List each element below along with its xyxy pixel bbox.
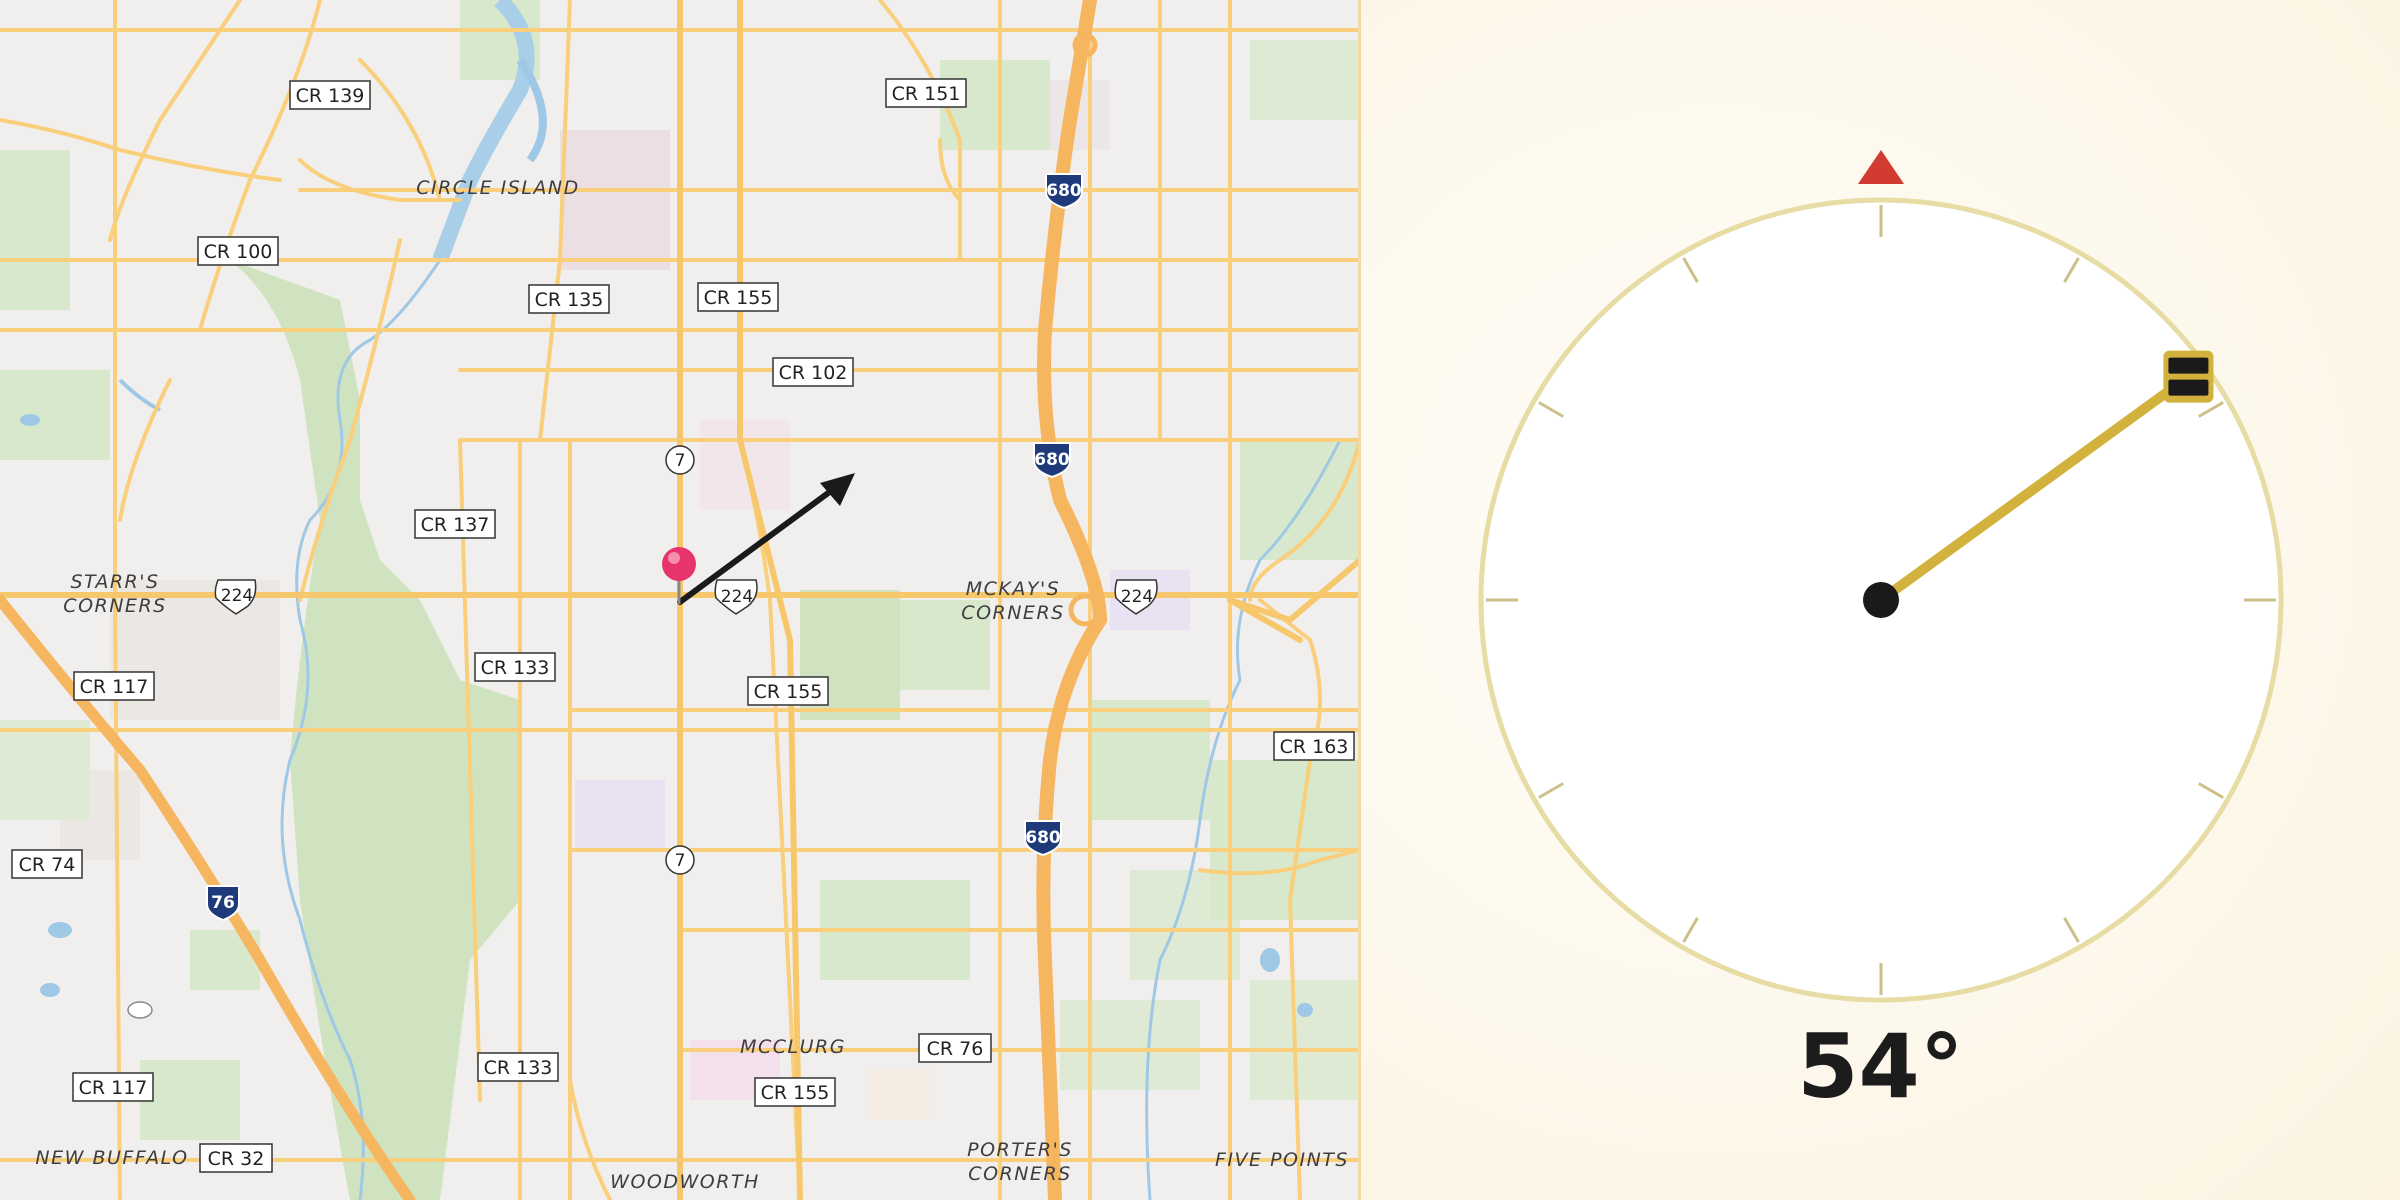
place-label-mcclurg: MCCLURG xyxy=(740,1036,846,1058)
road-label-cr117-north: CR 117 xyxy=(73,671,155,701)
road-label-cr76: CR 76 xyxy=(918,1033,992,1063)
road-label-cr102: CR 102 xyxy=(772,357,854,387)
svg-text:76: 76 xyxy=(211,893,235,913)
svg-text:CR 133: CR 133 xyxy=(481,657,550,679)
road-label-cr163: CR 163 xyxy=(1273,731,1355,761)
road-label-cr137: CR 137 xyxy=(414,509,496,539)
road-label-cr100: CR 100 xyxy=(197,236,279,266)
interstate-680-shield: 680 xyxy=(1045,173,1083,210)
road-label-cr133-south: CR 133 xyxy=(477,1052,559,1082)
north-triangle-icon xyxy=(1858,150,1904,184)
svg-text:CR 100: CR 100 xyxy=(204,241,273,263)
road-label-cr32: CR 32 xyxy=(199,1143,273,1173)
road-label-cr155-mid: CR 155 xyxy=(747,676,829,706)
svg-text:680: 680 xyxy=(1025,828,1061,848)
svg-text:CR 135: CR 135 xyxy=(535,289,604,311)
svg-text:224: 224 xyxy=(1121,587,1153,607)
place-label-mckays-corners: CORNERS xyxy=(961,602,1064,624)
svg-text:CR 102: CR 102 xyxy=(779,362,848,384)
svg-text:CR 151: CR 151 xyxy=(892,83,961,105)
road-label-cr155-north: CR 155 xyxy=(697,282,779,312)
svg-text:680: 680 xyxy=(1046,181,1082,201)
place-label-mckays-corners: MCKAY'S xyxy=(966,578,1061,600)
place-label-starrs-corners: CORNERS xyxy=(63,595,166,617)
state-route-7-shield: 7 xyxy=(665,845,695,875)
interstate-680-shield: 680 xyxy=(1024,820,1062,857)
svg-text:CR 155: CR 155 xyxy=(704,287,773,309)
compass-hub xyxy=(1863,582,1899,618)
place-label-new-buffalo: NEW BUFFALO xyxy=(35,1147,188,1169)
svg-text:CR 163: CR 163 xyxy=(1280,736,1349,758)
svg-text:CR 155: CR 155 xyxy=(761,1082,830,1104)
map-canvas[interactable]: CR 139 CR 151 CR 100 CR 135 CR 155 CR 10… xyxy=(0,0,1360,1200)
svg-text:CR 117: CR 117 xyxy=(79,1077,148,1099)
svg-text:680: 680 xyxy=(1034,450,1070,470)
svg-text:CR 74: CR 74 xyxy=(19,854,76,876)
svg-text:CR 155: CR 155 xyxy=(754,681,823,703)
interstate-76-shield: 76 xyxy=(206,885,240,922)
svg-text:CR 133: CR 133 xyxy=(484,1057,553,1079)
place-label-porters-corners: CORNERS xyxy=(968,1163,1071,1185)
svg-text:224: 224 xyxy=(721,587,753,607)
road-label-cr151: CR 151 xyxy=(885,78,967,108)
road-label-cr117-south: CR 117 xyxy=(72,1072,154,1102)
svg-text:7: 7 xyxy=(675,851,686,871)
svg-text:CR 117: CR 117 xyxy=(80,676,149,698)
road-label-cr133-mid: CR 133 xyxy=(474,652,556,682)
heading-readout: 54° xyxy=(1797,1015,1964,1118)
road-label-cr135: CR 135 xyxy=(528,284,610,314)
road-label-cr139: CR 139 xyxy=(289,80,371,110)
svg-text:CR 139: CR 139 xyxy=(296,85,365,107)
needle-tip-icon xyxy=(2163,350,2214,403)
svg-text:CR 32: CR 32 xyxy=(208,1148,265,1170)
interstate-680-shield: 680 xyxy=(1033,442,1071,479)
place-label-starrs-corners: STARR'S xyxy=(70,571,159,593)
place-label-circle-island: CIRCLE ISLAND xyxy=(416,177,580,199)
map-view[interactable]: CR 139 CR 151 CR 100 CR 135 CR 155 CR 10… xyxy=(0,0,1360,1200)
svg-text:7: 7 xyxy=(675,451,686,471)
road-label-cr74: CR 74 xyxy=(11,849,83,879)
place-label-porters-corners: PORTER'S xyxy=(967,1139,1073,1161)
svg-text:CR 137: CR 137 xyxy=(421,514,490,536)
road-label-cr155-south: CR 155 xyxy=(754,1077,836,1107)
svg-text:CR 76: CR 76 xyxy=(927,1038,984,1060)
svg-text:224: 224 xyxy=(221,586,253,606)
compass-panel: 54° xyxy=(1361,0,2400,1200)
place-label-five-points: FIVE POINTS xyxy=(1215,1149,1349,1171)
place-label-woodworth: WOODWORTH xyxy=(610,1171,760,1193)
state-route-7-shield: 7 xyxy=(665,445,695,475)
